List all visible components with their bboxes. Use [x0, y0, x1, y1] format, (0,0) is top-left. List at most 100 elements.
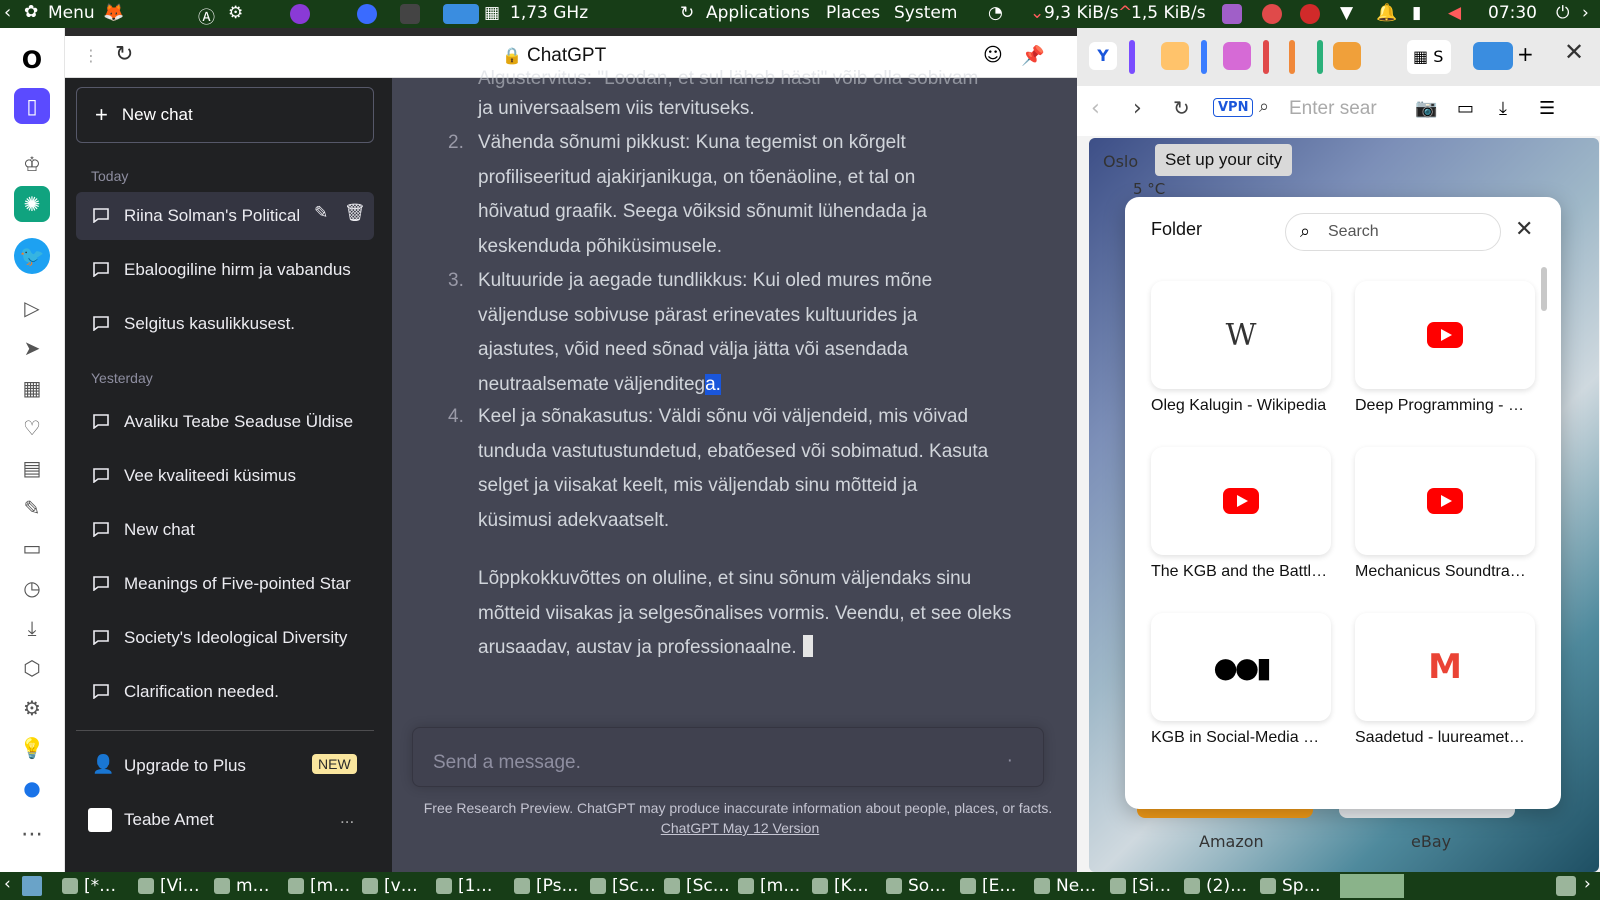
back-icon[interactable]: ‹: [1091, 96, 1100, 121]
taskbar-item-active[interactable]: [1340, 874, 1404, 898]
tray-chrome-icon[interactable]: [1262, 4, 1282, 24]
drag-handle-icon[interactable]: ⋮: [83, 46, 99, 65]
twitter-icon[interactable]: 🐦: [14, 238, 50, 274]
tab-strip[interactable]: [1129, 40, 1135, 74]
taskbar-item[interactable]: [m…: [734, 874, 800, 898]
conversation-item[interactable]: Society's Ideological Diversity: [76, 614, 374, 662]
applications-menu[interactable]: Applications: [706, 3, 810, 23]
history-icon[interactable]: ◷: [14, 570, 50, 606]
chat-bubble-icon[interactable]: ●: [14, 770, 50, 806]
terminal-icon[interactable]: [400, 4, 420, 24]
conversation-item[interactable]: Vee kvaliteedi küsimus: [76, 452, 374, 500]
taskbar-item[interactable]: [Si…: [1106, 874, 1171, 898]
youtube-tab-icon[interactable]: [1161, 42, 1189, 70]
left-arrow-icon[interactable]: ‹: [4, 2, 11, 23]
speed-dial-tile[interactable]: W: [1151, 281, 1331, 389]
taskbar-item[interactable]: [Ps…: [510, 874, 578, 898]
close-icon[interactable]: ✕: [1515, 217, 1533, 242]
tray-record-icon[interactable]: [1300, 4, 1320, 24]
cube-icon[interactable]: ⬡: [14, 650, 50, 686]
right-arrow-icon[interactable]: ›: [1582, 3, 1589, 23]
taskbar-item[interactable]: [E…: [956, 874, 1016, 898]
tab-icon[interactable]: [1223, 42, 1251, 70]
taskbar-item[interactable]: Sp…: [1256, 874, 1321, 898]
metamask-tab-icon[interactable]: [1333, 42, 1361, 70]
message-input[interactable]: Send a message. ·: [412, 727, 1044, 787]
power-icon[interactable]: ⏻: [1556, 3, 1569, 23]
news-icon[interactable]: ▤: [14, 450, 50, 486]
tray-app-icon[interactable]: [1222, 4, 1242, 24]
close-panel-icon[interactable]: ✕: [1564, 38, 1584, 66]
conversation-item[interactable]: Avaliku Teabe Seaduse Üldise: [76, 398, 374, 446]
reload-icon[interactable]: ↻: [115, 42, 133, 67]
conversation-item[interactable]: Riina Solman's Political ✎ 🗑: [76, 192, 374, 240]
tab-strip[interactable]: [1263, 40, 1269, 74]
firefox-icon[interactable]: 🦊: [103, 3, 124, 23]
settings-sliders-icon[interactable]: ☰: [1539, 98, 1555, 119]
conversation-item[interactable]: Selgitus kasulikkusest.: [76, 300, 374, 348]
reload-icon[interactable]: ↻: [1173, 96, 1190, 120]
menu-button[interactable]: Menu: [48, 3, 95, 23]
heart-icon[interactable]: ♡: [14, 410, 50, 446]
clock[interactable]: 07:30: [1488, 3, 1537, 23]
taskbar-item[interactable]: [Sc…: [660, 874, 730, 898]
ibb-tab-icon[interactable]: [1473, 42, 1513, 70]
show-desktop-icon[interactable]: [22, 876, 42, 896]
opera-icon[interactable]: [357, 4, 377, 24]
taskbar-item[interactable]: [Sc…: [586, 874, 656, 898]
gear-icon[interactable]: ⚙: [14, 690, 50, 726]
taskbar-item[interactable]: (2)…: [1180, 874, 1247, 898]
send-icon[interactable]: ·: [1007, 744, 1013, 779]
trash-icon[interactable]: [1556, 876, 1576, 896]
conversation-item[interactable]: New chat: [76, 506, 374, 554]
edit-icon[interactable]: ✎: [314, 203, 328, 223]
trash-icon[interactable]: 🗑: [344, 203, 366, 223]
places-menu[interactable]: Places: [826, 3, 880, 23]
settings-icon[interactable]: ⚙: [228, 3, 243, 23]
system-menu[interactable]: System: [894, 3, 957, 23]
bell-icon[interactable]: 🔔: [1376, 3, 1397, 23]
camera-icon[interactable]: 📷: [1415, 98, 1437, 119]
upgrade-button[interactable]: 👤 Upgrade to Plus NEW: [76, 742, 374, 790]
more-options-icon[interactable]: ...: [340, 808, 354, 828]
new-chat-button[interactable]: + New chat: [76, 87, 374, 143]
speed-dial-tile[interactable]: ●●▮: [1151, 613, 1331, 721]
yandex-tab-icon[interactable]: Y: [1089, 42, 1117, 70]
downloads-icon[interactable]: ⤓: [14, 610, 50, 646]
taskbar-item[interactable]: Ne…: [1030, 874, 1096, 898]
active-tab[interactable]: ▦ S: [1407, 40, 1451, 74]
forward-icon[interactable]: ›: [1133, 96, 1142, 121]
taskbar-item[interactable]: So…: [882, 874, 946, 898]
speed-dial-tile[interactable]: [1355, 447, 1535, 555]
app-icon[interactable]: [290, 4, 310, 24]
tray-wifi-icon[interactable]: ▼: [1340, 3, 1353, 23]
accessibility-icon[interactable]: Ⓐ: [198, 3, 215, 28]
grid-icon[interactable]: ▦: [14, 370, 50, 406]
pinboard-icon[interactable]: ✎: [14, 490, 50, 526]
send-icon[interactable]: ➤: [14, 330, 50, 366]
taskbar-item[interactable]: [v…: [358, 874, 418, 898]
volume-muted-icon[interactable]: ◀: [1448, 3, 1461, 23]
mint-logo-icon[interactable]: ✿: [24, 2, 38, 22]
taskbar-item[interactable]: [K…: [808, 874, 869, 898]
account-menu[interactable]: Teabe Amet ...: [76, 796, 374, 844]
speed-dial-tile[interactable]: [1355, 281, 1535, 389]
tab-strip[interactable]: [1289, 40, 1295, 74]
battery-saver-icon[interactable]: ▭: [1457, 98, 1474, 119]
tab-strip[interactable]: [1201, 40, 1207, 74]
vpn-badge[interactable]: VPN: [1213, 98, 1254, 117]
version-link[interactable]: ChatGPT May 12 Version: [661, 820, 819, 836]
conversation-item[interactable]: Meanings of Five-pointed Star: [76, 560, 374, 608]
speed-dial-tile[interactable]: M: [1355, 613, 1535, 721]
address-input[interactable]: Enter sear: [1289, 98, 1377, 120]
tab-strip[interactable]: [1317, 40, 1323, 74]
chatgpt-icon[interactable]: ✺: [14, 186, 50, 222]
tabs-icon[interactable]: ▭: [14, 530, 50, 566]
scrollbar[interactable]: [1541, 267, 1547, 311]
more-icon[interactable]: ⋯: [14, 816, 50, 852]
add-tab-icon[interactable]: +: [1517, 42, 1534, 66]
setup-city-tooltip[interactable]: Set up your city: [1155, 144, 1293, 176]
crown-icon[interactable]: ♔: [14, 146, 50, 182]
taskbar-item[interactable]: m…: [210, 874, 270, 898]
taskbar-item[interactable]: [m…: [284, 874, 350, 898]
